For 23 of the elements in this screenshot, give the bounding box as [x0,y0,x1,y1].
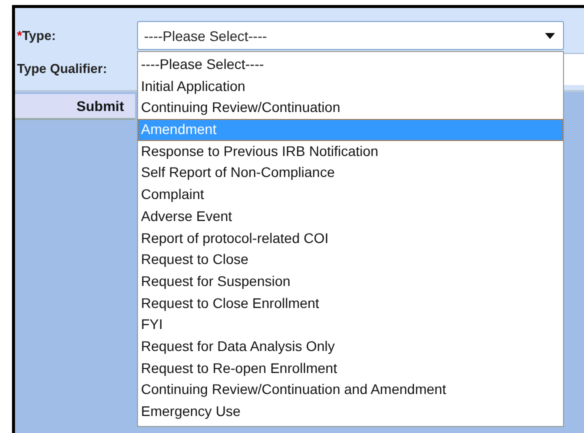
dropdown-option[interactable]: Adverse Event [138,206,563,228]
dropdown-option[interactable]: Complaint [138,184,563,206]
dropdown-option[interactable]: Request to Close [138,249,563,271]
dropdown-option[interactable]: Request to Re-open Enrollment [138,358,563,380]
field-label: Type Qualifier: [17,61,108,76]
dropdown-option[interactable]: Emergency Use [138,401,563,423]
dropdown-option[interactable]: Request to Close Enrollment [138,292,563,314]
field-label: Type: [22,28,56,43]
dropdown-option[interactable]: Continuing Review/Continuation and Amendment [138,379,563,401]
submit-button[interactable]: Submit [15,94,135,120]
dropdown-value: ----Please Select---- [144,28,267,44]
type-dropdown[interactable]: ----Please Select---- [137,21,564,50]
dropdown-option[interactable]: Report of protocol-related COI [138,228,563,250]
dropdown-option[interactable]: Request for Suspension [138,270,563,293]
required-mark: * [17,28,22,43]
dropdown-option[interactable]: Response to Previous IRB Notification [138,140,563,162]
dropdown-option[interactable]: ----Please Select---- [138,54,563,76]
dropdown-option[interactable]: FYI [138,314,563,336]
dropdown-option[interactable]: Initial Application [138,76,563,98]
dropdown-option[interactable]: Self Report of Non-Compliance [138,162,563,184]
caret-icon [545,32,555,38]
dropdown-option[interactable]: Request for Data Analysis Only [138,336,563,358]
dropdown-option[interactable]: Continuing Review/Continuation [138,97,563,120]
